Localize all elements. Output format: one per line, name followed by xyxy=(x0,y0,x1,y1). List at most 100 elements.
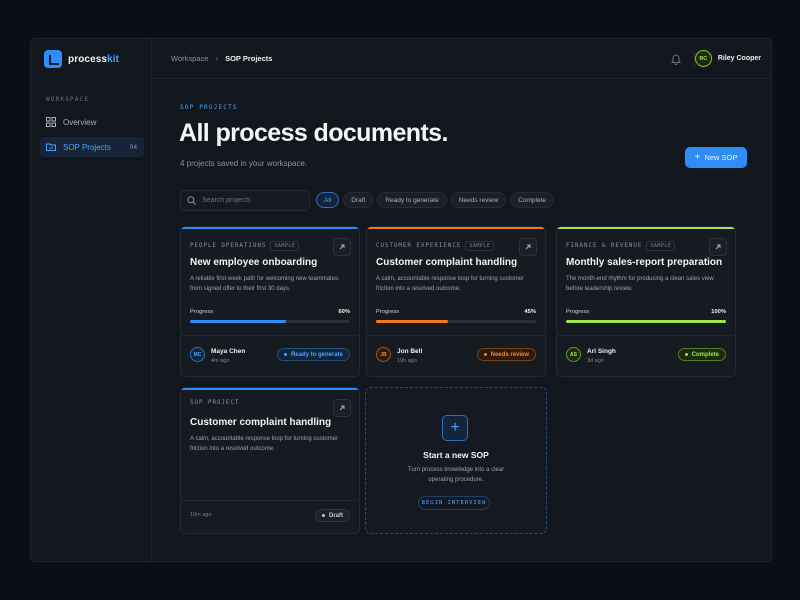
arrow-up-right-icon[interactable] xyxy=(519,238,537,256)
status-badge: Complete xyxy=(677,348,726,361)
new-sop-button-label: New SOP xyxy=(704,153,738,162)
plus-icon: + xyxy=(694,151,701,163)
status-badge: Ready to generate xyxy=(276,348,350,361)
user-name: Riley Cooper xyxy=(717,55,761,62)
status-badge: Needs review xyxy=(476,348,536,361)
card-title: Customer complaint handling xyxy=(376,257,518,268)
arrow-up-right-icon[interactable] xyxy=(333,399,351,417)
card-description: A calm, accountable response loop for tu… xyxy=(376,276,525,292)
breadcrumb-current: SOP Projects xyxy=(225,54,273,63)
search-box[interactable] xyxy=(180,190,310,211)
project-card[interactable]: FINANCE & REVENUE SAMPLE Monthly sales-re… xyxy=(556,226,736,377)
folder-icon xyxy=(46,142,56,152)
filter-complete[interactable]: Complete xyxy=(510,192,555,208)
sidebar-item-label: Overview xyxy=(63,117,97,127)
progress-label: Progress xyxy=(566,309,590,315)
card-divider xyxy=(181,500,359,501)
status-dot xyxy=(684,353,688,356)
project-card[interactable]: SOP PROJECT Customer complaint handling … xyxy=(180,387,360,534)
progress-fill xyxy=(566,320,726,323)
plus-icon: + xyxy=(442,415,468,441)
card-accent-line xyxy=(181,388,359,390)
status-dot xyxy=(483,353,487,356)
card-owner: Jon Bell xyxy=(397,348,423,355)
card-title: Monthly sales-report preparation xyxy=(566,257,723,268)
app-window: processkit WORKSPACE Overview SOP Projec… xyxy=(30,38,772,562)
new-sop-button[interactable]: + New SOP xyxy=(685,147,747,168)
avatar: MC xyxy=(190,347,205,362)
status-badge: Draft xyxy=(314,509,350,522)
sidebar-item-label: SOP Projects xyxy=(63,142,111,152)
card-accent-line xyxy=(367,227,545,229)
card-updated: 4m ago xyxy=(211,358,230,364)
card-title: Customer complaint handling xyxy=(190,417,332,428)
status-dot xyxy=(321,514,325,517)
card-description: A calm, accountable response loop for tu… xyxy=(190,436,339,452)
status-dot xyxy=(283,353,287,356)
progress-label: Progress xyxy=(190,309,214,315)
start-new-sop-card[interactable]: + Start a new SOP Turn process knowledge… xyxy=(365,387,547,534)
card-category: PEOPLE OPERATIONS SAMPLE xyxy=(190,241,300,251)
page-title: All process documents. xyxy=(179,119,448,147)
arrow-up-right-icon[interactable] xyxy=(709,238,727,256)
card-title: New employee onboarding xyxy=(190,257,318,268)
bell-icon[interactable] xyxy=(669,52,683,66)
sidebar: processkit WORKSPACE Overview SOP Projec… xyxy=(31,39,152,561)
card-updated: 10m ago xyxy=(190,512,212,518)
progress-bar xyxy=(376,320,536,323)
card-owner: Ari Singh xyxy=(587,348,616,355)
search-icon xyxy=(187,192,196,210)
page-eyebrow: SOP PROJECTS xyxy=(180,104,238,111)
progress-value: 100% xyxy=(711,309,726,315)
progress-value: 45% xyxy=(524,309,536,315)
sample-tag: SAMPLE xyxy=(270,241,300,251)
topbar: Workspace › SOP Projects RC Riley Cooper xyxy=(152,39,771,79)
begin-interview-button[interactable]: BEGIN INTERVIEW xyxy=(418,496,490,510)
card-accent-line xyxy=(557,227,735,229)
avatar: RC xyxy=(694,50,712,67)
breadcrumb-workspace[interactable]: Workspace xyxy=(171,54,208,63)
sample-tag: SAMPLE xyxy=(465,241,495,251)
avatar: JB xyxy=(376,347,391,362)
progress-bar xyxy=(566,320,726,323)
card-category: SOP PROJECT xyxy=(190,400,240,406)
card-updated: 3d ago xyxy=(587,358,604,364)
avatar: AS xyxy=(566,347,581,362)
sidebar-item-sop-projects[interactable]: SOP Projects 04 xyxy=(40,137,144,157)
filter-ready-to-generate[interactable]: Ready to generate xyxy=(377,192,447,208)
page-subtitle: 4 projects saved in your workspace. xyxy=(180,159,308,168)
card-description: The month-end rhythm for producing a cle… xyxy=(566,276,714,292)
progress-bar xyxy=(190,320,350,323)
filter-chips: All Draft Ready to generate Needs review… xyxy=(316,192,555,208)
sidebar-item-overview[interactable]: Overview xyxy=(40,112,144,132)
card-updated: 19h ago xyxy=(397,358,417,364)
card-divider xyxy=(367,335,545,336)
grid-icon xyxy=(46,117,56,127)
main-content: Workspace › SOP Projects RC Riley Cooper… xyxy=(152,39,771,561)
sample-tag: SAMPLE xyxy=(646,241,676,251)
card-accent-line xyxy=(181,227,359,229)
card-description: A reliable first-week path for welcoming… xyxy=(190,276,340,292)
user-menu[interactable]: RC Riley Cooper xyxy=(694,50,761,67)
progress-fill xyxy=(190,320,286,323)
brand[interactable]: processkit xyxy=(44,50,119,68)
filter-needs-review[interactable]: Needs review xyxy=(450,192,507,208)
filter-draft[interactable]: Draft xyxy=(343,192,374,208)
filter-all[interactable]: All xyxy=(316,192,340,208)
brand-name: processkit xyxy=(68,53,120,65)
search-input[interactable] xyxy=(202,197,302,204)
card-category: FINANCE & REVENUE SAMPLE xyxy=(566,241,676,251)
card-divider xyxy=(181,335,359,336)
new-card-title: Start a new SOP xyxy=(423,450,489,460)
project-card[interactable]: CUSTOMER EXPERIENCE SAMPLE Customer compl… xyxy=(366,226,546,377)
project-card[interactable]: PEOPLE OPERATIONS SAMPLE New employee onb… xyxy=(180,226,360,377)
progress-fill xyxy=(376,320,448,323)
arrow-up-right-icon[interactable] xyxy=(333,238,351,256)
card-category: CUSTOMER EXPERIENCE SAMPLE xyxy=(376,241,495,251)
processkit-logo-icon xyxy=(44,50,62,68)
sidebar-item-count: 04 xyxy=(129,143,137,151)
progress-label: Progress xyxy=(376,309,400,315)
progress-value: 60% xyxy=(338,309,350,315)
chevron-right-icon: › xyxy=(215,54,219,63)
new-card-description: Turn process knowledge into a clear oper… xyxy=(407,467,505,483)
